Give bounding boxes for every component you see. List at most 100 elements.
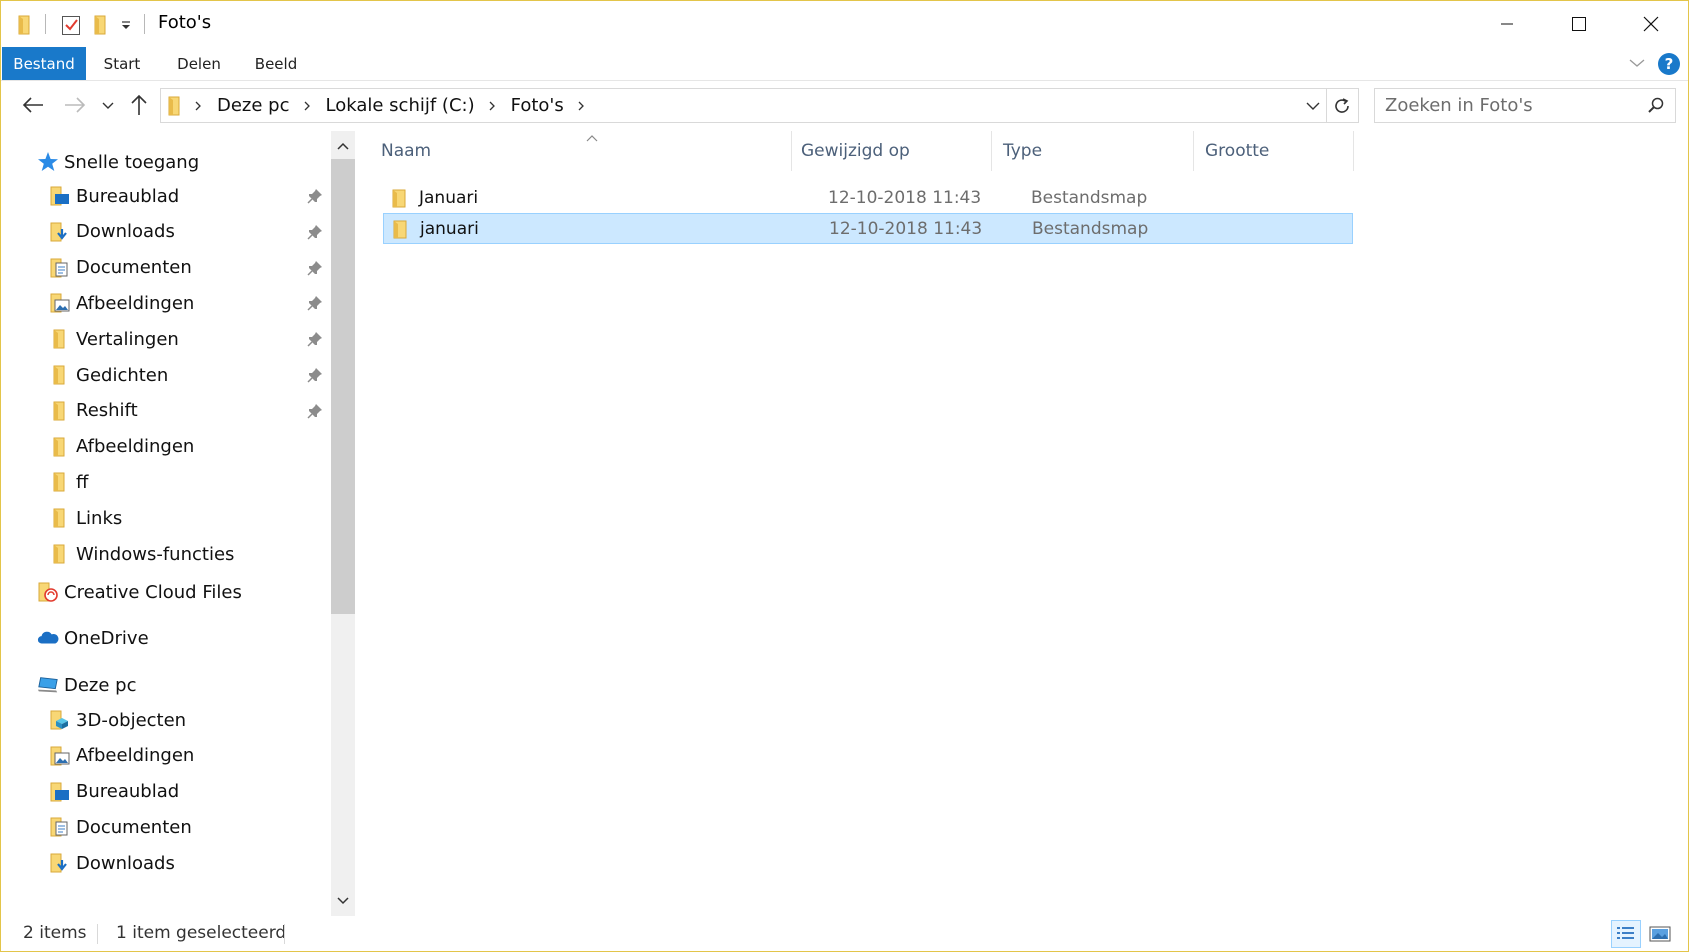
table-row-selected[interactable]: januari 12-10-2018 11:43 Bestandsmap (383, 213, 1353, 244)
folder-icon (49, 328, 71, 350)
column-header-gewijzigd-op[interactable]: Gewijzigd op (801, 131, 981, 171)
chevron-down-icon[interactable] (1300, 101, 1326, 111)
sidebar-item-pc-afbeeldingen[interactable]: Afbeeldingen (49, 741, 194, 771)
expand-ribbon-icon[interactable] (1628, 55, 1646, 74)
breadcrumb-deze-pc[interactable]: Deze pc (217, 95, 290, 116)
creative-cloud-node[interactable]: Creative Cloud Files (37, 577, 242, 607)
folder-icon (49, 436, 71, 458)
chevron-right-icon[interactable] (487, 100, 497, 112)
documents-folder-icon (49, 257, 71, 279)
maximize-icon (1572, 17, 1586, 31)
sidebar-item-pc-downloads[interactable]: Downloads (49, 848, 175, 878)
pictures-folder-icon (49, 745, 71, 767)
tab-beeld[interactable]: Beeld (245, 47, 307, 80)
breadcrumb-fotos[interactable]: Foto's (511, 95, 564, 116)
search-field[interactable]: Zoeken in Foto's (1374, 88, 1676, 123)
minimize-icon (1501, 23, 1513, 25)
address-bar[interactable]: Deze pc Lokale schijf (C:) Foto's (160, 88, 1359, 123)
search-icon[interactable] (1647, 96, 1665, 119)
quick-access-node[interactable]: Snelle toegang (37, 147, 199, 177)
sidebar-item-afbeeldingen[interactable]: Afbeeldingen (49, 432, 194, 462)
status-bar: 2 items 1 item geselecteerd (1, 916, 1688, 951)
minimize-button[interactable] (1471, 1, 1543, 47)
onedrive-node[interactable]: OneDrive (37, 623, 149, 653)
sidebar-item-windows-functies[interactable]: Windows-functies (49, 539, 234, 569)
desktop-folder-icon (49, 781, 71, 803)
scroll-up-icon[interactable] (331, 133, 355, 159)
sidebar-item-afbeeldingen[interactable]: Afbeeldingen (49, 288, 194, 318)
close-button[interactable] (1615, 1, 1687, 47)
pin-icon[interactable] (307, 295, 323, 311)
sidebar-item-gedichten[interactable]: Gedichten (49, 360, 168, 390)
refresh-icon[interactable] (1327, 97, 1357, 115)
creative-cloud-folder-icon (37, 581, 59, 603)
this-pc-node[interactable]: Deze pc (37, 670, 137, 700)
pin-icon[interactable] (307, 331, 323, 347)
chevron-right-icon[interactable] (302, 100, 312, 112)
sidebar-item-vertalingen[interactable]: Vertalingen (49, 324, 179, 354)
title-bar: Foto's (1, 1, 1688, 47)
forward-button[interactable] (59, 89, 91, 121)
file-type: Bestandsmap (1031, 188, 1148, 208)
file-list: Naam Gewijzigd op Type Grootte Januari 1… (357, 131, 1688, 916)
selection-count: 1 item geselecteerd (116, 923, 287, 943)
computer-icon (37, 674, 59, 696)
details-view-button[interactable] (1611, 920, 1641, 948)
tab-bestand[interactable]: Bestand (2, 47, 86, 80)
table-row[interactable]: Januari 12-10-2018 11:43 Bestandsmap (383, 183, 1353, 214)
sidebar-item-links[interactable]: Links (49, 503, 122, 533)
back-button[interactable] (17, 89, 49, 121)
pin-icon[interactable] (307, 403, 323, 419)
pin-icon[interactable] (307, 367, 323, 383)
tree-item-label: Afbeeldingen (76, 436, 195, 458)
large-icons-view-button[interactable] (1645, 920, 1675, 948)
folder-icon (49, 364, 71, 386)
item-count: 2 items (23, 923, 87, 943)
folder-icon (49, 471, 71, 493)
desktop-folder-icon (49, 185, 71, 207)
properties-icon[interactable] (58, 13, 84, 37)
sidebar-item-documenten[interactable]: Documenten (49, 253, 192, 283)
pictures-folder-icon (49, 292, 71, 314)
sidebar-item-reshift[interactable]: Reshift (49, 396, 138, 426)
pin-icon[interactable] (307, 224, 323, 240)
sidebar-item-ff[interactable]: ff (49, 467, 88, 497)
chevron-right-icon[interactable] (193, 100, 203, 112)
file-explorer-window: Foto's Bestand Start Delen Beeld ? Deze … (0, 0, 1689, 952)
new-folder-icon[interactable] (89, 13, 113, 37)
pin-icon[interactable] (307, 188, 323, 204)
sidebar-item-bureaublad[interactable]: Bureaublad (49, 181, 179, 211)
navigation-scrollbar[interactable] (331, 131, 355, 916)
scroll-down-icon[interactable] (331, 888, 355, 914)
pin-icon[interactable] (307, 260, 323, 276)
recent-locations-button[interactable] (97, 89, 119, 121)
sidebar-item-pc-3d-objecten[interactable]: 3D-objecten (49, 705, 186, 735)
search-placeholder: Zoeken in Foto's (1385, 95, 1533, 116)
tree-item-label: Documenten (76, 816, 192, 838)
sidebar-item-pc-documenten[interactable]: Documenten (49, 812, 192, 842)
chevron-right-icon[interactable] (576, 100, 586, 112)
tab-start[interactable]: Start (93, 47, 151, 80)
large-icons-view-icon (1649, 926, 1671, 942)
navigation-bar: Deze pc Lokale schijf (C:) Foto's Zoeken… (1, 81, 1688, 131)
up-button[interactable] (125, 89, 153, 121)
tree-item-label: 3D-objecten (76, 709, 187, 731)
back-arrow-icon (22, 97, 43, 113)
star-icon (37, 151, 59, 173)
tree-item-label: Downloads (76, 852, 175, 874)
maximize-button[interactable] (1543, 1, 1615, 47)
3d-objects-folder-icon (49, 709, 71, 731)
help-button[interactable]: ? (1658, 53, 1680, 75)
sidebar-item-pc-bureaublad[interactable]: Bureaublad (49, 777, 179, 807)
tree-item-label: Bureaublad (76, 781, 180, 803)
column-header-grootte[interactable]: Grootte (1205, 131, 1325, 171)
scrollbar-thumb[interactable] (331, 159, 355, 614)
column-header-naam[interactable]: Naam (381, 131, 781, 171)
column-header-type[interactable]: Type (1003, 131, 1183, 171)
breadcrumb-lokale-schijf[interactable]: Lokale schijf (C:) (326, 95, 475, 116)
tab-delen[interactable]: Delen (167, 47, 231, 80)
details-view-icon (1617, 927, 1634, 939)
sidebar-item-downloads[interactable]: Downloads (49, 217, 175, 247)
customize-toolbar-icon[interactable] (115, 13, 137, 37)
onedrive-cloud-icon (37, 627, 59, 649)
